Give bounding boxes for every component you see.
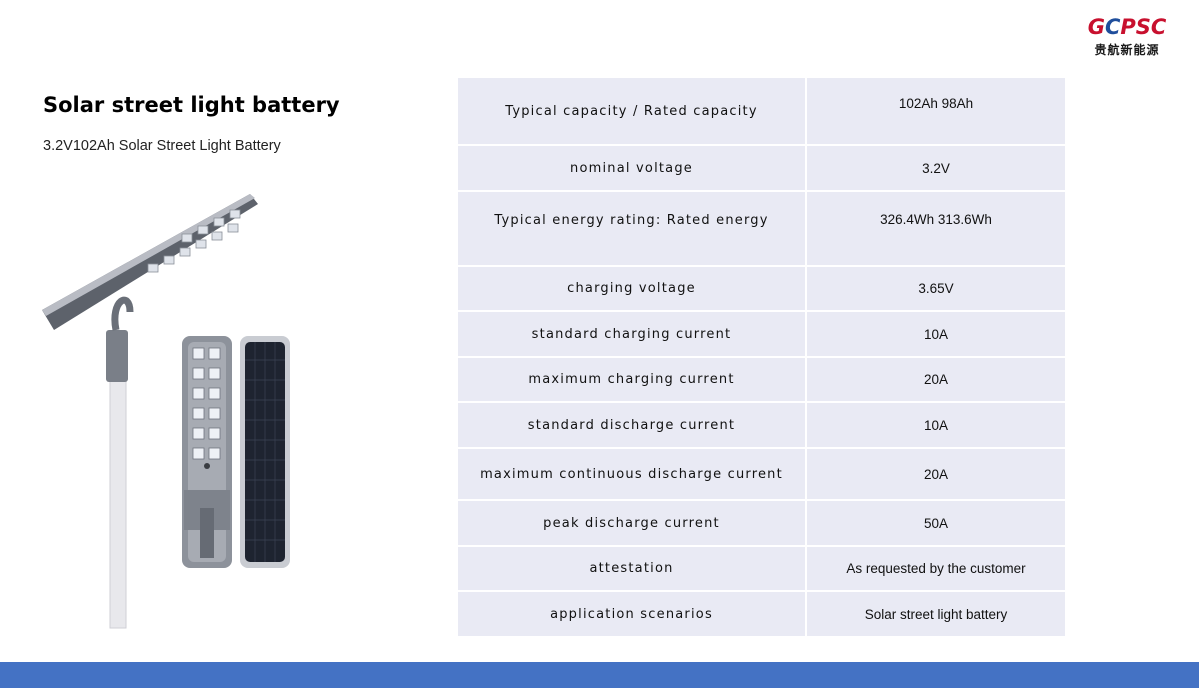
spec-value: 10A bbox=[805, 401, 1067, 449]
spec-value: Solar street light battery bbox=[805, 590, 1067, 638]
spec-label: peak discharge current bbox=[456, 499, 807, 547]
spec-label: standard charging current bbox=[456, 310, 807, 358]
solar-street-light-image bbox=[42, 194, 290, 629]
spec-label: nominal voltage bbox=[456, 144, 807, 192]
specification-table: Typical capacity / Rated capacity 102Ah … bbox=[456, 76, 1067, 638]
spec-value: 20A bbox=[805, 447, 1067, 501]
spec-label: attestation bbox=[456, 545, 807, 592]
spec-value: 3.65V bbox=[805, 265, 1067, 312]
table-row: charging voltage 3.65V bbox=[456, 265, 1067, 312]
spec-label: maximum continuous discharge current bbox=[456, 447, 807, 501]
spec-label: charging voltage bbox=[456, 265, 807, 312]
logo-mark: GCPSC bbox=[1087, 15, 1167, 39]
table-row: standard discharge current 10A bbox=[456, 401, 1067, 449]
spec-value: 10A bbox=[805, 310, 1067, 358]
spec-value: 326.4Wh 313.6Wh bbox=[805, 190, 1067, 267]
table-row: peak discharge current 50A bbox=[456, 499, 1067, 547]
logo-chinese-name: 贵航新能源 bbox=[1094, 43, 1160, 57]
spec-label: maximum charging current bbox=[456, 356, 807, 403]
table-row: maximum charging current 20A bbox=[456, 356, 1067, 403]
table-row: standard charging current 10A bbox=[456, 310, 1067, 358]
page-subtitle: 3.2V102Ah Solar Street Light Battery bbox=[43, 138, 281, 154]
company-logo: GCPSC 贵航新能源 bbox=[1081, 14, 1173, 58]
spec-label: application scenarios bbox=[456, 590, 807, 638]
spec-value: 3.2V bbox=[805, 144, 1067, 192]
spec-value: 50A bbox=[805, 499, 1067, 547]
table-row: Typical energy rating: Rated energy 326.… bbox=[456, 190, 1067, 267]
table-row: maximum continuous discharge current 20A bbox=[456, 447, 1067, 501]
spec-label: Typical capacity / Rated capacity bbox=[456, 76, 807, 146]
spec-value: 20A bbox=[805, 356, 1067, 403]
spec-label: Typical energy rating: Rated energy bbox=[456, 190, 807, 267]
table-row: attestation As requested by the customer bbox=[456, 545, 1067, 592]
table-row: Typical capacity / Rated capacity 102Ah … bbox=[456, 76, 1067, 146]
table-row: application scenarios Solar street light… bbox=[456, 590, 1067, 638]
spec-label: standard discharge current bbox=[456, 401, 807, 449]
footer-bar bbox=[0, 662, 1199, 688]
spec-value: 102Ah 98Ah bbox=[805, 76, 1067, 146]
table-row: nominal voltage 3.2V bbox=[456, 144, 1067, 192]
spec-value: As requested by the customer bbox=[805, 545, 1067, 592]
page-title: Solar street light battery bbox=[43, 93, 340, 117]
